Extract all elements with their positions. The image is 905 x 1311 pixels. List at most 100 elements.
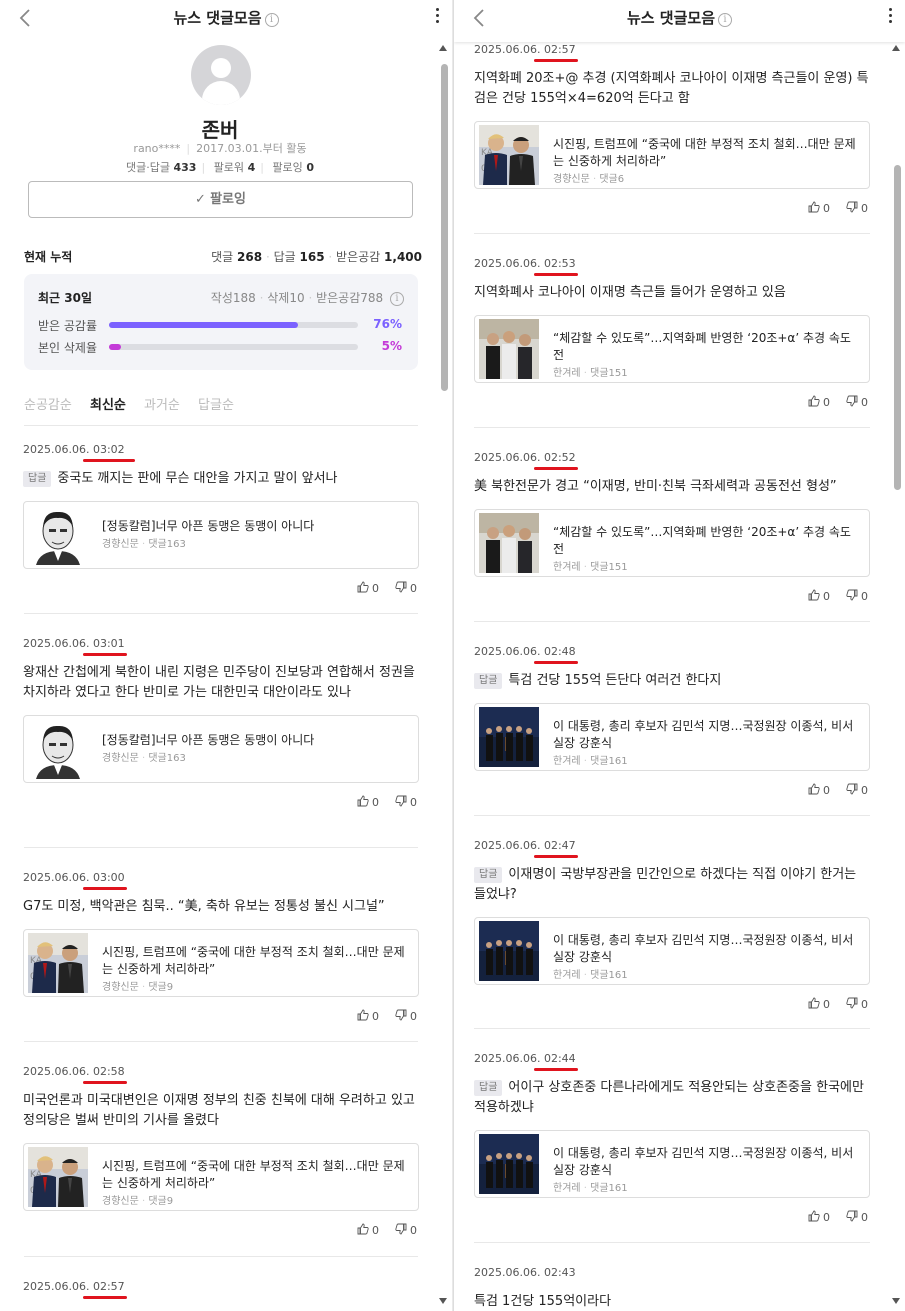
comment-text: G7도 미정, 백악관은 침묵.. “美, 축하 유보는 정통성 불신 시그널” — [23, 899, 385, 914]
dislike-button[interactable]: 0 — [846, 997, 868, 1011]
like-button[interactable]: 0 — [808, 1210, 830, 1224]
dislike-button[interactable]: 0 — [395, 1009, 417, 1023]
comment-item: 2025.06.06. 02:53 지역화폐사 코나아이 이재명 측근들 들어가 … — [474, 257, 870, 427]
article-title: 시진핑, 트럼프에 “중국에 대한 부정적 조치 철회…대만 문제는 신중하게 … — [102, 945, 405, 976]
scroll-down-arrow[interactable] — [892, 1298, 900, 1304]
highlight-underline — [83, 887, 127, 890]
dislike-button[interactable]: 0 — [846, 783, 868, 797]
article-title: 이 대통령, 총리 후보자 김민석 지명…국정원장 이종석, 비서실장 강훈식 — [553, 1146, 854, 1177]
scroll-down-arrow[interactable] — [439, 1298, 447, 1304]
comment-date: 2025.06.06. 03:01 — [23, 637, 419, 656]
info-icon[interactable]: i — [264, 13, 279, 27]
article-thumbnail — [479, 921, 539, 981]
article-card[interactable]: [정동칼럼]너무 아픈 동맹은 동맹이 아니다 경향신문 · 댓글163 — [23, 715, 419, 783]
dislike-button[interactable]: 0 — [846, 1210, 868, 1224]
like-button[interactable]: 0 — [357, 1223, 379, 1237]
thumbs-down-icon — [846, 997, 858, 1009]
reply-badge: 답글 — [474, 1080, 503, 1096]
comment-date: 2025.06.06. 02:58 — [23, 1065, 419, 1084]
vote-buttons: 00 — [792, 589, 868, 603]
like-button[interactable]: 0 — [808, 395, 830, 409]
scrollbar-thumb[interactable] — [894, 165, 901, 490]
comment-date: 2025.06.06. 02:57 — [23, 1280, 419, 1299]
comment-item: 2025.06.06. 02:57 — [23, 1280, 419, 1299]
like-button[interactable]: 0 — [808, 783, 830, 797]
tab-replies[interactable]: 답글순 — [198, 398, 234, 413]
vote-buttons: 00 — [341, 1223, 417, 1237]
article-source: 한겨레 · 댓글151 — [553, 562, 628, 573]
like-button[interactable]: 0 — [808, 589, 830, 603]
following-button[interactable]: ✓ 팔로잉 — [28, 181, 413, 218]
comment-date: 2025.06.06. 02:53 — [474, 257, 870, 276]
comment-text: 특검 1건당 155억이라다 — [474, 1294, 612, 1309]
thumbs-up-icon — [808, 997, 820, 1009]
dislike-button[interactable]: 0 — [395, 795, 417, 809]
divider — [24, 425, 418, 426]
check-icon: ✓ — [195, 192, 211, 207]
scroll-up-arrow[interactable] — [892, 45, 900, 51]
article-card[interactable]: “체감할 수 있도록”…지역화폐 반영한 ‘20조+α’ 추경 속도전 한겨레 ·… — [474, 509, 870, 577]
vote-buttons: 00 — [792, 783, 868, 797]
reply-badge: 답글 — [474, 673, 503, 689]
article-title: “체감할 수 있도록”…지역화폐 반영한 ‘20조+α’ 추경 속도전 — [553, 331, 851, 362]
tab-latest[interactable]: 최신순 — [90, 398, 126, 413]
dislike-button[interactable]: 0 — [846, 589, 868, 603]
comment-item: 2025.06.06. 03:00 G7도 미정, 백악관은 침묵.. “美, 축… — [23, 871, 419, 1041]
dislike-button[interactable]: 0 — [395, 581, 417, 595]
article-card[interactable]: [정동칼럼]너무 아픈 동맹은 동맹이 아니다 경향신문 · 댓글163 — [23, 501, 419, 569]
article-card[interactable]: KA019 시진핑, 트럼프에 “중국에 대한 부정적 조치 철회…대만 문제는 … — [23, 929, 419, 997]
scroll-up-arrow[interactable] — [439, 45, 447, 51]
comment-item: 2025.06.06. 02:43 특검 1건당 155억이라다 — [474, 1266, 870, 1311]
article-card[interactable]: KA019 시진핑, 트럼프에 “중국에 대한 부정적 조치 철회…대만 문제는 … — [23, 1143, 419, 1211]
divider — [24, 847, 418, 848]
article-card[interactable]: 이 대통령, 총리 후보자 김민석 지명…국정원장 이종석, 비서실장 강훈식 한… — [474, 1130, 870, 1198]
article-source: 경향신문 · 댓글163 — [102, 753, 186, 764]
article-card[interactable]: 이 대통령, 총리 후보자 김민석 지명…국정원장 이종석, 비서실장 강훈식한… — [474, 917, 870, 985]
comment-text: 미국언론과 미국대변인은 이재명 정부의 친중 친북에 대해 우려하고 있고 정… — [23, 1093, 415, 1128]
highlight-underline — [534, 59, 578, 62]
dislike-button[interactable]: 0 — [395, 1223, 417, 1237]
vote-buttons: 00 — [792, 1210, 868, 1224]
vote-buttons: 00 — [341, 1009, 417, 1023]
article-card[interactable]: “체감할 수 있도록”…지역화폐 반영한 ‘20조+α’ 추경 속도전 한겨레 ·… — [474, 315, 870, 383]
article-card[interactable]: 이 대통령, 총리 후보자 김민석 지명…국정원장 이종석, 비서실장 강훈식 한… — [474, 703, 870, 771]
article-title: 이 대통령, 총리 후보자 김민석 지명…국정원장 이종석, 비서실장 강훈식 — [553, 933, 854, 964]
comment-text: 지역화폐 20조+@ 추경 (지역화폐사 코나아이 이재명 측근들이 운영) 특… — [474, 71, 869, 106]
like-button[interactable]: 0 — [808, 997, 830, 1011]
article-title: 이 대통령, 총리 후보자 김민석 지명…국정원장 이종석, 비서실장 강훈식 — [553, 719, 854, 750]
thumbs-down-icon — [395, 581, 407, 593]
tab-most-liked[interactable]: 순공감순 — [24, 398, 72, 413]
comment-date: 2025.06.06. 02:52 — [474, 451, 870, 470]
article-card[interactable]: KA019 시진핑, 트럼프에 “중국에 대한 부정적 조치 철회…대만 문제는 … — [474, 121, 870, 189]
thumbs-up-icon — [357, 1223, 369, 1235]
scrollbar-thumb[interactable] — [441, 64, 448, 391]
comment-item: 2025.06.06. 02:58 미국언론과 미국대변인은 이재명 정부의 친중… — [23, 1065, 419, 1255]
info-icon[interactable]: i — [718, 13, 733, 27]
more-menu-icon[interactable] — [885, 8, 895, 28]
highlight-underline — [83, 1296, 127, 1299]
article-source: 한겨레 · 댓글161 — [553, 970, 628, 981]
divider — [24, 613, 418, 614]
tab-oldest[interactable]: 과거순 — [144, 398, 180, 413]
like-button[interactable]: 0 — [357, 581, 379, 595]
like-button[interactable]: 0 — [357, 795, 379, 809]
like-button[interactable]: 0 — [357, 1009, 379, 1023]
highlight-underline — [83, 653, 127, 656]
more-menu-icon[interactable] — [432, 8, 442, 28]
vote-buttons: 00 — [341, 795, 417, 809]
thumbs-up-icon — [808, 783, 820, 795]
delete-rate-bar: 본인 삭제율 5% — [38, 339, 402, 355]
comment-item: 2025.06.06. 02:57 지역화폐 20조+@ 추경 (지역화폐사 코나… — [474, 43, 870, 233]
dislike-button[interactable]: 0 — [846, 395, 868, 409]
like-button[interactable]: 0 — [808, 201, 830, 215]
info-icon[interactable]: i — [390, 292, 404, 306]
recent-30days-box: 최근 30일 작성188 · 삭제10 · 받은공감788 i 받은 공감률 7… — [24, 274, 418, 370]
thumbs-down-icon — [395, 795, 407, 807]
article-thumbnail — [479, 319, 539, 379]
divider — [474, 621, 870, 622]
comment-date: 2025.06.06. 03:00 — [23, 871, 419, 890]
divider — [24, 1256, 418, 1257]
thumbs-up-icon — [357, 1009, 369, 1021]
divider — [474, 1242, 870, 1243]
dislike-button[interactable]: 0 — [846, 201, 868, 215]
